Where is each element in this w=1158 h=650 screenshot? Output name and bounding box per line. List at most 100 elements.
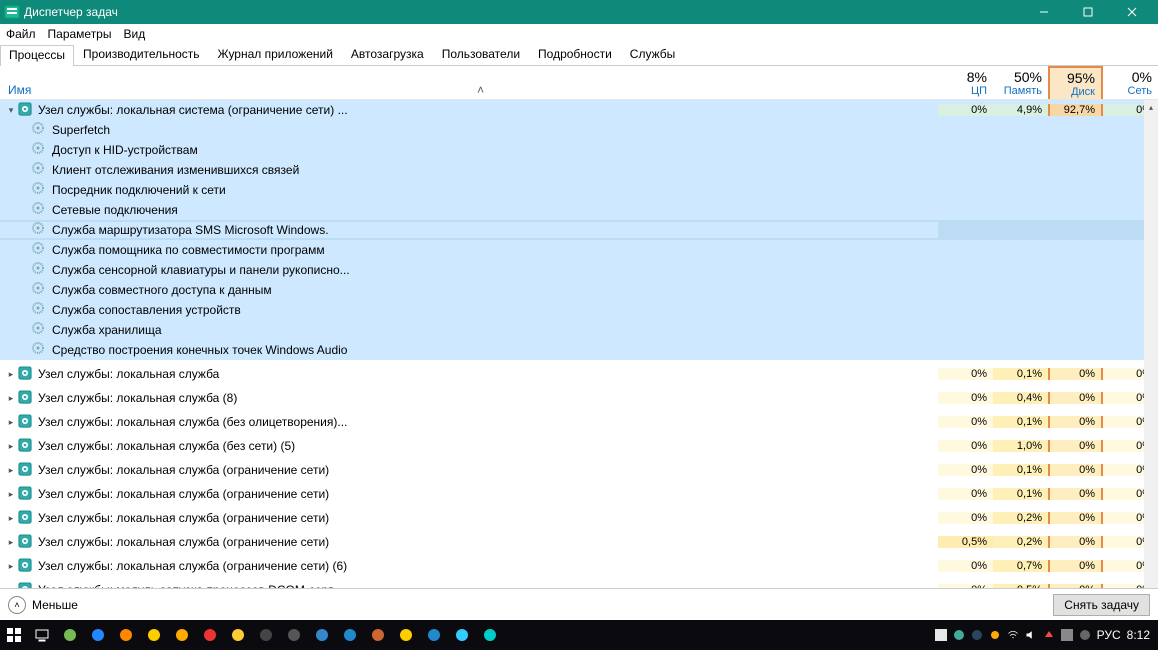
tab-Пользователи[interactable]: Пользователи bbox=[433, 44, 529, 65]
taskbar-app-icon[interactable] bbox=[476, 620, 504, 650]
tray-icons[interactable] bbox=[935, 629, 1091, 641]
table-row[interactable]: Средство построения конечных точек Windo… bbox=[0, 340, 1158, 360]
process-name: Узел службы: локальная служба (без олице… bbox=[38, 415, 347, 429]
cell-disk: 0% bbox=[1048, 368, 1103, 380]
table-row[interactable]: ▸Узел службы: локальная служба0%0,1%0%0% bbox=[0, 364, 1158, 384]
table-row[interactable]: ▸ Узел службы: локальная служба (без олиц… bbox=[0, 412, 1158, 432]
taskbar-app-icon[interactable] bbox=[168, 620, 196, 650]
tray-icon[interactable] bbox=[1061, 629, 1073, 641]
table-row[interactable]: Служба сенсорной клавиатуры и панели рук… bbox=[0, 260, 1158, 280]
scrollbar[interactable]: ▴ bbox=[1144, 100, 1158, 588]
steam-icon[interactable] bbox=[971, 629, 983, 641]
expand-icon[interactable]: ▸ bbox=[4, 537, 18, 548]
table-row[interactable]: Сетевые подключения bbox=[0, 200, 1158, 220]
taskbar-app-icon[interactable] bbox=[56, 620, 84, 650]
fewer-details-button[interactable]: ˄ Меньше bbox=[8, 596, 78, 614]
table-row[interactable]: ▸Узел службы: локальная служба (ограниче… bbox=[0, 484, 1158, 504]
taskbar-app-icon[interactable] bbox=[336, 620, 364, 650]
taskbar-app-icon[interactable] bbox=[140, 620, 168, 650]
titlebar[interactable]: Диспетчер задач bbox=[0, 0, 1158, 24]
service-host-icon bbox=[18, 366, 34, 382]
cell-cpu: 0% bbox=[938, 368, 993, 380]
table-row[interactable]: Посредник подключений к сети bbox=[0, 180, 1158, 200]
table-row[interactable]: Служба хранилища bbox=[0, 320, 1158, 340]
col-disk[interactable]: 95% Диск bbox=[1048, 66, 1103, 99]
taskbar[interactable]: РУС 8:12 bbox=[0, 620, 1158, 650]
start-button[interactable] bbox=[0, 620, 28, 650]
expand-icon[interactable]: ▸ bbox=[4, 369, 18, 380]
close-button[interactable] bbox=[1110, 0, 1154, 24]
expand-icon[interactable]: ▸ bbox=[4, 561, 18, 572]
tab-Подробности[interactable]: Подробности bbox=[529, 44, 621, 65]
expand-icon[interactable]: ▸ bbox=[4, 585, 18, 589]
taskbar-app-icon[interactable] bbox=[280, 620, 308, 650]
service-host-icon bbox=[18, 462, 34, 478]
table-row[interactable]: ▾Узел службы: локальная система (огранич… bbox=[0, 100, 1158, 120]
expand-icon[interactable]: ▸ bbox=[4, 465, 18, 476]
clock[interactable]: 8:12 bbox=[1127, 628, 1150, 642]
taskbar-app-icon[interactable] bbox=[420, 620, 448, 650]
cell-mem: 0,1% bbox=[993, 416, 1048, 428]
table-row[interactable]: ▸Узел службы: локальная служба (ограниче… bbox=[0, 556, 1158, 576]
menu-file[interactable]: Файл bbox=[6, 27, 36, 41]
wifi-icon[interactable] bbox=[1007, 629, 1019, 641]
tab-Журнал приложений[interactable]: Журнал приложений bbox=[209, 44, 342, 65]
menu-view[interactable]: Вид bbox=[123, 27, 145, 41]
col-mem[interactable]: 50% Память bbox=[993, 66, 1048, 99]
table-row[interactable]: Служба сопоставления устройств bbox=[0, 300, 1158, 320]
tab-Службы[interactable]: Службы bbox=[621, 44, 684, 65]
tray-icon[interactable] bbox=[935, 629, 947, 641]
table-row[interactable]: ▸Узел службы: локальная служба (без сети… bbox=[0, 436, 1158, 456]
expand-icon[interactable]: ▸ bbox=[4, 417, 18, 428]
taskbar-app-icon[interactable] bbox=[252, 620, 280, 650]
tray-icon[interactable] bbox=[953, 629, 965, 641]
system-tray[interactable]: РУС 8:12 bbox=[935, 628, 1158, 642]
taskbar-app-icon[interactable] bbox=[112, 620, 140, 650]
collapse-icon[interactable]: ▾ bbox=[4, 105, 18, 116]
scroll-up-icon[interactable]: ▴ bbox=[1144, 100, 1158, 114]
table-row[interactable]: Клиент отслеживания изменившихся связей bbox=[0, 160, 1158, 180]
taskbar-app-icon[interactable] bbox=[448, 620, 476, 650]
table-row[interactable]: ▸Узел службы: локальная служба (ограниче… bbox=[0, 460, 1158, 480]
cell-disk: 92,7% bbox=[1048, 104, 1103, 116]
tab-Автозагрузка[interactable]: Автозагрузка bbox=[342, 44, 433, 65]
table-row[interactable]: Служба помощника по совместимости програ… bbox=[0, 240, 1158, 260]
taskbar-app-icon[interactable] bbox=[224, 620, 252, 650]
cloud-icon[interactable] bbox=[989, 629, 1001, 641]
menu-options[interactable]: Параметры bbox=[48, 27, 112, 41]
table-row[interactable]: Служба маршрутизатора SMS Microsoft Wind… bbox=[0, 220, 1158, 240]
taskbar-app-icon[interactable] bbox=[308, 620, 336, 650]
taskbar-app-icon[interactable] bbox=[196, 620, 224, 650]
cell-mem: 0,4% bbox=[993, 392, 1048, 404]
col-cpu[interactable]: 8% ЦП bbox=[938, 66, 993, 99]
expand-icon[interactable]: ▸ bbox=[4, 513, 18, 524]
table-row[interactable]: ▸Узел службы: модуль запуска процессов D… bbox=[0, 580, 1158, 588]
table-row[interactable]: Доступ к HID-устройствам bbox=[0, 140, 1158, 160]
end-task-button[interactable]: Снять задачу bbox=[1053, 594, 1150, 616]
maximize-button[interactable] bbox=[1066, 0, 1110, 24]
expand-icon[interactable]: ▸ bbox=[4, 489, 18, 500]
volume-icon[interactable] bbox=[1025, 629, 1037, 641]
col-net[interactable]: 0% Сеть bbox=[1103, 66, 1158, 99]
expand-icon[interactable]: ▸ bbox=[4, 393, 18, 404]
tray-icon[interactable] bbox=[1079, 629, 1091, 641]
taskbar-app-icon[interactable] bbox=[364, 620, 392, 650]
table-row[interactable]: Superfetch bbox=[0, 120, 1158, 140]
col-name[interactable]: Имя ˄ bbox=[0, 66, 938, 99]
table-row[interactable]: ▸Узел службы: локальная служба (ограниче… bbox=[0, 532, 1158, 552]
task-view-icon[interactable] bbox=[28, 620, 56, 650]
service-host-icon bbox=[18, 102, 34, 118]
table-row[interactable]: Служба совместного доступа к данным bbox=[0, 280, 1158, 300]
taskbar-app-icon[interactable] bbox=[84, 620, 112, 650]
tab-Процессы[interactable]: Процессы bbox=[0, 45, 74, 66]
taskbar-app-icon[interactable] bbox=[392, 620, 420, 650]
arrow-icon[interactable] bbox=[1043, 629, 1055, 641]
lang-indicator[interactable]: РУС bbox=[1097, 628, 1121, 642]
expand-icon[interactable]: ▸ bbox=[4, 441, 18, 452]
tab-Производительность[interactable]: Производительность bbox=[74, 44, 208, 65]
service-host-icon bbox=[18, 390, 34, 406]
minimize-button[interactable] bbox=[1022, 0, 1066, 24]
table-row[interactable]: ▸Узел службы: локальная служба (8)0%0,4%… bbox=[0, 388, 1158, 408]
cell-cpu: 0% bbox=[938, 584, 993, 588]
table-row[interactable]: ▸Узел службы: локальная служба (ограниче… bbox=[0, 508, 1158, 528]
